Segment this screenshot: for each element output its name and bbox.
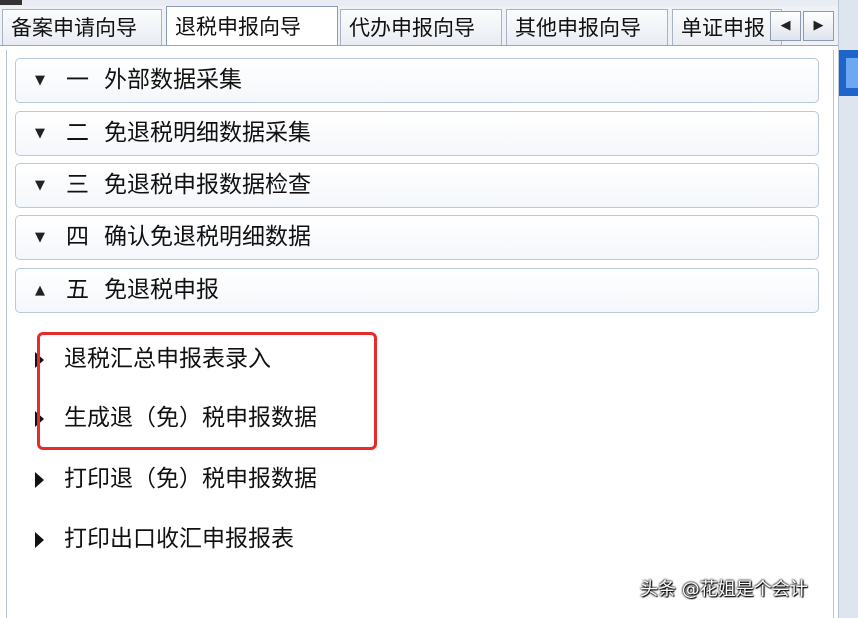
- wizard-tab-bar: 备案申请向导 退税申报向导 代办申报向导 其他申报向导 单证申报 ◀ ▶: [0, 6, 838, 46]
- section-title: 确认免退税明细数据: [104, 224, 311, 250]
- expand-caret-icon: ▼: [35, 178, 45, 193]
- tab-scroll-left-icon[interactable]: ◀: [770, 11, 801, 41]
- tab-agency-declaration[interactable]: 代办申报向导: [340, 9, 502, 45]
- background-window-highlight: [846, 58, 858, 88]
- expand-caret-icon: ▼: [35, 73, 45, 88]
- section-number: 四: [66, 224, 89, 250]
- red-highlight-annotation: [37, 332, 377, 450]
- section-title: 外部数据采集: [104, 67, 242, 93]
- tab-scroll-buttons: ◀ ▶: [770, 11, 834, 41]
- window-top-mark: [0, 0, 22, 5]
- section-number: 五: [66, 277, 89, 303]
- sub-item-label: 打印退（免）税申报数据: [64, 466, 317, 492]
- tab-document-declaration[interactable]: 单证申报: [672, 9, 782, 45]
- section-number: 一: [66, 67, 89, 93]
- play-triangle-icon: [35, 472, 44, 488]
- watermark-text: 头条 @花姐是个会计: [640, 579, 808, 600]
- section-exemption-declaration[interactable]: ▲ 五 免退税申报: [15, 268, 819, 313]
- section-title: 免退税申报: [104, 277, 219, 303]
- section-title: 免退税明细数据采集: [104, 120, 311, 146]
- section-title: 免退税申报数据检查: [104, 172, 311, 198]
- wizard-panel: ▼ 一 外部数据采集 ▼ 二 免退税明细数据采集 ▼ 三 免退税申报数据检查 ▼…: [6, 50, 834, 618]
- expand-caret-icon: ▼: [35, 230, 45, 245]
- expand-caret-icon: ▼: [35, 126, 45, 141]
- play-triangle-icon: [35, 532, 44, 548]
- tab-tax-refund-declaration[interactable]: 退税申报向导: [166, 6, 338, 45]
- sub-item-print-export-receipt-report[interactable]: 打印出口收汇申报报表: [35, 519, 294, 559]
- section-external-data-collection[interactable]: ▼ 一 外部数据采集: [15, 58, 819, 103]
- tab-filing-application[interactable]: 备案申请向导: [2, 9, 162, 45]
- collapse-caret-icon: ▲: [35, 283, 45, 298]
- section-number: 二: [66, 120, 89, 146]
- sub-item-label: 打印出口收汇申报报表: [64, 526, 294, 552]
- tab-scroll-right-icon[interactable]: ▶: [803, 11, 834, 41]
- tab-other-declaration[interactable]: 其他申报向导: [506, 9, 668, 45]
- section-exemption-detail-collection[interactable]: ▼ 二 免退税明细数据采集: [15, 111, 819, 156]
- section-number: 三: [66, 172, 89, 198]
- section-confirm-exemption-detail[interactable]: ▼ 四 确认免退税明细数据: [15, 215, 819, 260]
- section-declaration-data-check[interactable]: ▼ 三 免退税申报数据检查: [15, 163, 819, 208]
- sub-item-print-declaration-data[interactable]: 打印退（免）税申报数据: [35, 459, 317, 499]
